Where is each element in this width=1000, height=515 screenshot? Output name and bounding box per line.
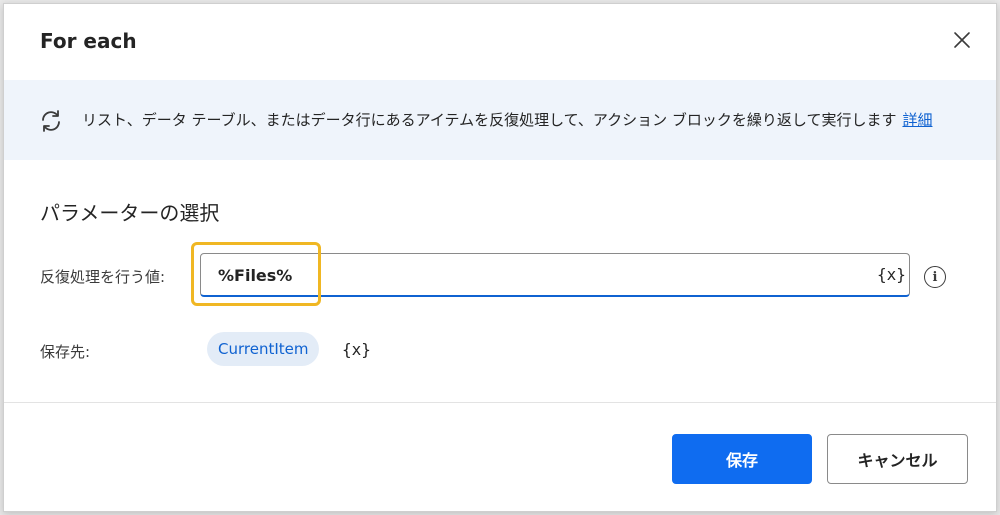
iterate-value-label: 反復処理を行う値: <box>40 268 166 286</box>
parameters-section-title: パラメーターの選択 <box>40 201 220 225</box>
details-link[interactable]: 詳細 <box>902 111 932 129</box>
for-each-dialog: For each リスト、データ テーブル、またはデータ行にあるアイテムを反復処… <box>3 3 997 512</box>
loop-arrows-icon <box>42 110 60 132</box>
close-button[interactable] <box>948 26 976 54</box>
banner-description: リスト、データ テーブル、またはデータ行にあるアイテムを反復処理して、アクション… <box>82 109 932 130</box>
footer-divider <box>4 402 996 403</box>
iterate-variable-picker-button[interactable]: {x} <box>877 265 906 284</box>
iterate-value-input[interactable]: %Files% {x} <box>200 253 910 297</box>
store-variable-picker-button[interactable]: {x} <box>342 340 371 359</box>
info-banner: リスト、データ テーブル、またはデータ行にあるアイテムを反復処理して、アクション… <box>4 80 996 160</box>
iterate-value-text: %Files% <box>218 266 293 285</box>
dialog-title: For each <box>40 29 137 53</box>
current-item-variable-chip[interactable]: CurrentItem <box>207 332 320 366</box>
close-icon <box>954 32 970 48</box>
cancel-button[interactable]: キャンセル <box>827 434 968 484</box>
store-into-label: 保存先: <box>40 343 91 361</box>
info-icon[interactable]: i <box>924 266 946 288</box>
banner-text: リスト、データ テーブル、またはデータ行にあるアイテムを反復処理して、アクション… <box>82 111 897 129</box>
save-button[interactable]: 保存 <box>672 434 812 484</box>
